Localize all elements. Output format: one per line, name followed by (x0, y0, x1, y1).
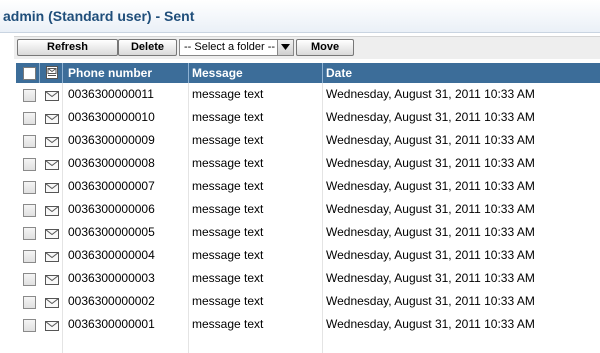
folder-select-value: -- Select a folder -- (184, 41, 276, 53)
row-checkbox[interactable] (23, 112, 36, 125)
message-cell: message text (192, 271, 264, 285)
table-row[interactable]: 0036300000004 message text Wednesday, Augu… (16, 244, 600, 267)
phone-number-cell: 0036300000007 (68, 179, 155, 193)
phone-number-cell: 0036300000004 (68, 248, 155, 262)
message-cell: message text (192, 133, 264, 147)
column-divider (62, 83, 63, 353)
message-cell: message text (192, 156, 264, 170)
header-divider (322, 63, 323, 83)
phone-number-cell: 0036300000003 (68, 271, 155, 285)
column-header-date[interactable]: Date (326, 63, 352, 83)
row-checkbox[interactable] (23, 273, 36, 286)
message-cell: message text (192, 179, 264, 193)
title-bar: admin (Standard user) - Sent (0, 0, 600, 33)
grid-body: 0036300000011 message text Wednesday, Augu… (16, 83, 600, 336)
chevron-down-icon[interactable] (277, 40, 293, 55)
table-row[interactable]: 0036300000003 message text Wednesday, Augu… (16, 267, 600, 290)
phone-number-cell: 0036300000009 (68, 133, 155, 147)
column-divider (188, 83, 189, 353)
phone-number-cell: 0036300000001 (68, 317, 155, 331)
date-cell: Wednesday, August 31, 2011 10:33 AM (326, 225, 535, 239)
column-divider (322, 83, 323, 353)
date-cell: Wednesday, August 31, 2011 10:33 AM (326, 248, 535, 262)
row-checkbox[interactable] (23, 181, 36, 194)
table-row[interactable]: 0036300000002 message text Wednesday, Augu… (16, 290, 600, 313)
envelope-icon (45, 159, 59, 173)
message-cell: message text (192, 87, 264, 101)
refresh-button[interactable]: Refresh (17, 39, 118, 56)
date-cell: Wednesday, August 31, 2011 10:33 AM (326, 110, 535, 124)
grid-header: Phone number Message Date (16, 63, 600, 83)
header-divider (62, 63, 63, 83)
phone-number-cell: 0036300000008 (68, 156, 155, 170)
date-cell: Wednesday, August 31, 2011 10:33 AM (326, 202, 535, 216)
row-checkbox[interactable] (23, 135, 36, 148)
envelope-icon (45, 136, 59, 150)
envelope-icon (45, 205, 59, 219)
message-grid: Phone number Message Date 0036300000011 m… (16, 63, 600, 353)
row-checkbox[interactable] (23, 227, 36, 240)
phone-number-cell: 0036300000010 (68, 110, 155, 124)
message-cell: message text (192, 110, 264, 124)
table-row[interactable]: 0036300000007 message text Wednesday, Augu… (16, 175, 600, 198)
envelope-icon (45, 251, 59, 265)
date-cell: Wednesday, August 31, 2011 10:33 AM (326, 133, 535, 147)
move-button[interactable]: Move (296, 39, 354, 56)
select-all-checkbox[interactable] (23, 67, 36, 80)
header-divider (188, 63, 189, 83)
row-checkbox[interactable] (23, 319, 36, 332)
date-cell: Wednesday, August 31, 2011 10:33 AM (326, 294, 535, 308)
phone-number-cell: 0036300000011 (68, 87, 154, 101)
page-title: admin (Standard user) - Sent (3, 8, 195, 24)
phone-number-cell: 0036300000006 (68, 202, 155, 216)
envelope-icon (45, 228, 59, 242)
table-row[interactable]: 0036300000011 message text Wednesday, Augu… (16, 83, 600, 106)
delete-button[interactable]: Delete (118, 39, 177, 56)
envelope-icon (45, 274, 59, 288)
row-checkbox[interactable] (23, 250, 36, 263)
row-checkbox[interactable] (23, 296, 36, 309)
envelope-icon (45, 182, 59, 196)
column-header-phone[interactable]: Phone number (68, 63, 152, 83)
message-cell: message text (192, 225, 264, 239)
table-row[interactable]: 0036300000010 message text Wednesday, Augu… (16, 106, 600, 129)
row-checkbox[interactable] (23, 89, 36, 102)
date-cell: Wednesday, August 31, 2011 10:33 AM (326, 271, 535, 285)
table-row[interactable]: 0036300000001 message text Wednesday, Augu… (16, 313, 600, 336)
header-divider (39, 63, 40, 83)
table-row[interactable]: 0036300000008 message text Wednesday, Augu… (16, 152, 600, 175)
date-cell: Wednesday, August 31, 2011 10:33 AM (326, 179, 535, 193)
message-cell: message text (192, 317, 264, 331)
row-checkbox[interactable] (23, 204, 36, 217)
message-cell: message text (192, 294, 264, 308)
envelope-icon (45, 90, 59, 104)
date-cell: Wednesday, August 31, 2011 10:33 AM (326, 87, 535, 101)
phone-number-cell: 0036300000005 (68, 225, 155, 239)
envelope-icon (45, 113, 59, 127)
toolbar: Refresh Delete -- Select a folder -- Mov… (14, 36, 600, 59)
column-header-message[interactable]: Message (192, 63, 243, 83)
date-cell: Wednesday, August 31, 2011 10:33 AM (326, 156, 535, 170)
date-cell: Wednesday, August 31, 2011 10:33 AM (326, 317, 535, 331)
message-cell: message text (192, 202, 264, 216)
table-row[interactable]: 0036300000006 message text Wednesday, Augu… (16, 198, 600, 221)
folder-select[interactable]: -- Select a folder -- (179, 39, 294, 56)
row-checkbox[interactable] (23, 158, 36, 171)
envelope-icon (45, 320, 59, 334)
table-row[interactable]: 0036300000009 message text Wednesday, Augu… (16, 129, 600, 152)
table-row[interactable]: 0036300000005 message text Wednesday, Augu… (16, 221, 600, 244)
phone-number-cell: 0036300000002 (68, 294, 155, 308)
message-type-icon (46, 66, 58, 82)
envelope-icon (45, 297, 59, 311)
message-cell: message text (192, 248, 264, 262)
